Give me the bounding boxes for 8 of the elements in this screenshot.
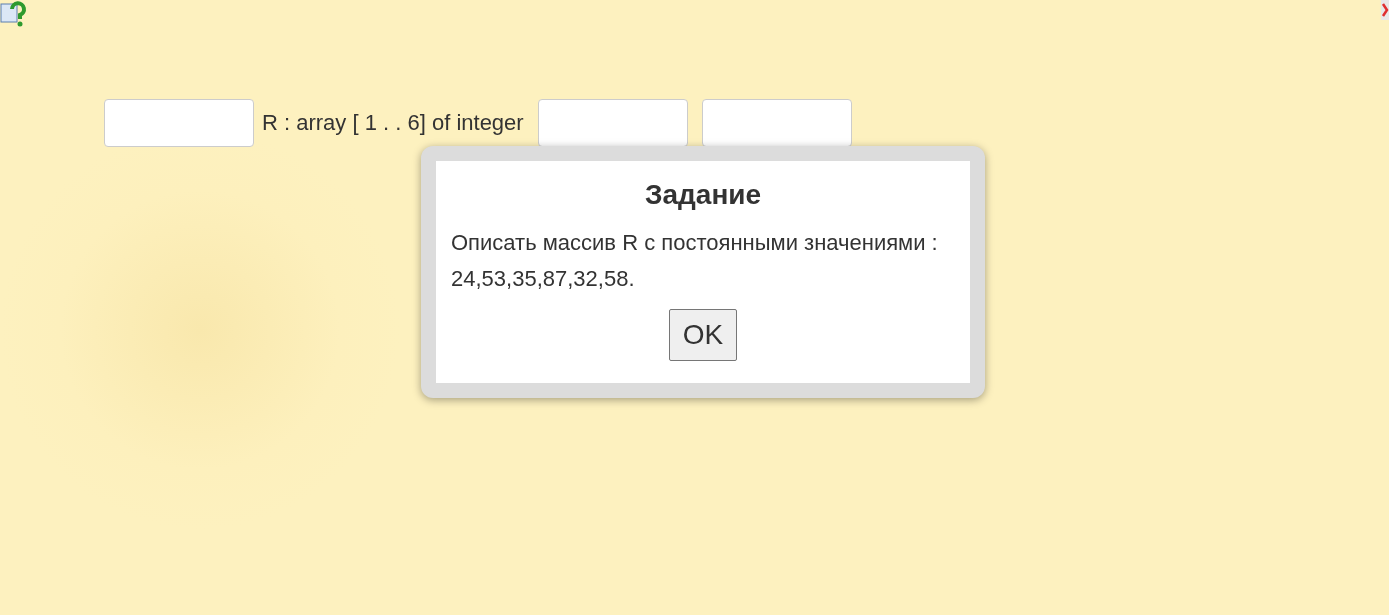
input-field[interactable] [104, 99, 254, 147]
input-field[interactable] [701, 99, 852, 147]
ok-button[interactable]: OK [669, 309, 737, 361]
task-text: Описать массив R с постоянными значениями : 24,53,35,87,32,58. [451, 229, 939, 293]
help-icon[interactable] [0, 0, 28, 28]
dialog-title: Задание [643, 179, 763, 211]
input-field[interactable] [537, 99, 688, 147]
array-declaration: R : array [ 1 . . 6] of integer [262, 110, 524, 136]
